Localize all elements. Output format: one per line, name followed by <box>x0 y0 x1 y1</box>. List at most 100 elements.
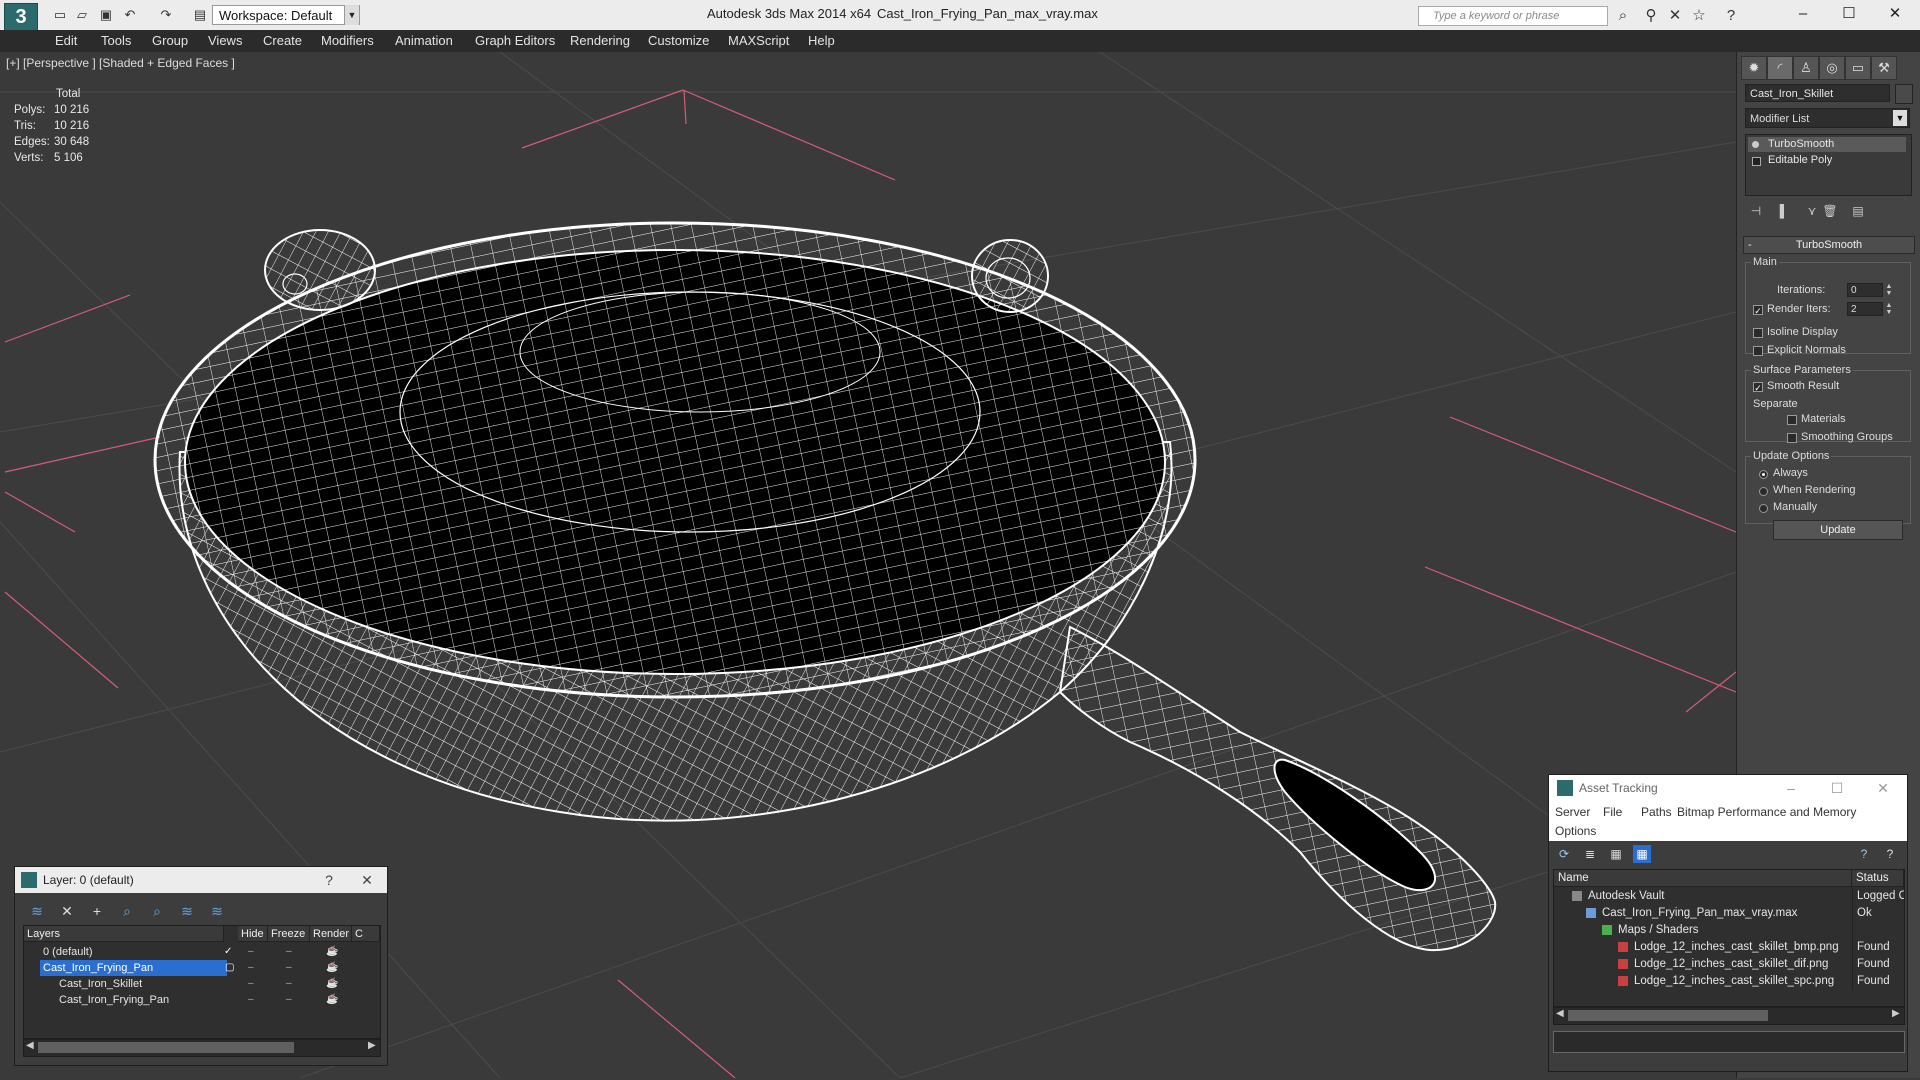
manually-radio[interactable] <box>1759 504 1768 513</box>
communication-icon[interactable]: ✕ <box>1666 7 1684 25</box>
horizontal-scrollbar[interactable]: ◀ ▶ <box>23 1039 381 1057</box>
column-header-render[interactable]: Render <box>310 926 352 942</box>
modifier-list-dropdown[interactable]: Modifier List <box>1745 108 1910 128</box>
motion-tab-icon[interactable]: ◎ <box>1819 56 1845 80</box>
minimize-icon[interactable]: – <box>1786 2 1820 26</box>
scroll-left-icon[interactable]: ◀ <box>1556 1008 1564 1019</box>
redo-icon[interactable]: ↷ <box>158 7 174 23</box>
menu-paths[interactable]: Paths <box>1641 805 1672 819</box>
asset-row[interactable]: Cast_Iron_Frying_Pan_max_vray.max Ok <box>1554 905 1904 922</box>
help-icon[interactable]: ? <box>1722 7 1740 25</box>
freeze-all-layers-icon[interactable]: ≋ <box>207 901 227 921</box>
layer-row[interactable]: 0 (default) ✓ – – ☕ <box>24 944 380 960</box>
asset-path-field[interactable] <box>1553 1031 1905 1053</box>
object-color-swatch[interactable] <box>1895 84 1913 104</box>
scrollbar-thumb[interactable] <box>38 1042 294 1053</box>
make-unique-icon[interactable]: ⋎ <box>1803 202 1821 220</box>
menu-tools[interactable]: Tools <box>101 33 131 48</box>
materials-checkbox[interactable] <box>1787 415 1797 425</box>
asset-name[interactable]: Cast_Iron_Frying_Pan_max_vray.max <box>1602 905 1797 922</box>
select-objects-icon[interactable]: ⌕ <box>117 901 137 921</box>
project-folder-icon[interactable]: ▤ <box>192 7 208 23</box>
asset-row[interactable]: Lodge_12_inches_cast_skillet_dif.png Fou… <box>1554 956 1904 973</box>
horizontal-scrollbar[interactable]: ◀ ▶ <box>1553 1007 1905 1025</box>
list-view-icon[interactable]: ≣ <box>1581 845 1599 863</box>
layer-dialog-titlebar[interactable]: Layer: 0 (default) ? ✕ <box>15 867 387 893</box>
object-name[interactable]: Cast_Iron_Frying_Pan <box>56 992 169 1008</box>
layer-name[interactable]: Cast_Iron_Frying_Pan <box>40 960 227 976</box>
menu-file[interactable]: File <box>1603 805 1622 819</box>
menu-group[interactable]: Group <box>152 33 188 48</box>
asset-name[interactable]: Maps / Shaders <box>1618 922 1699 939</box>
spinner-arrows-icon[interactable]: ▲ ▼ <box>1884 283 1894 297</box>
freeze-toggle[interactable]: – <box>286 960 292 976</box>
close-icon[interactable]: ✕ <box>1878 2 1912 26</box>
thumbnail-view-icon[interactable]: ▦ <box>1607 845 1625 863</box>
rollout-header[interactable]: - TurboSmooth <box>1743 236 1915 254</box>
subscription-icon[interactable]: ⚲ <box>1642 7 1660 25</box>
add-to-layer-icon[interactable]: + <box>87 901 107 921</box>
favorites-star-icon[interactable]: ☆ <box>1690 7 1708 25</box>
show-end-result-icon[interactable]: ▌ <box>1775 202 1793 220</box>
create-tab-icon[interactable]: ✹ <box>1741 56 1767 80</box>
asset-row[interactable]: Lodge_12_inches_cast_skillet_spc.png Fou… <box>1554 973 1904 990</box>
asset-row[interactable]: Autodesk Vault Logged O <box>1554 888 1904 905</box>
scroll-right-icon[interactable]: ▶ <box>368 1040 376 1051</box>
object-name[interactable]: Cast_Iron_Skillet <box>56 976 142 992</box>
workspace-dropdown[interactable]: Workspace: Default <box>212 5 360 25</box>
minimize-icon[interactable]: – <box>1779 778 1803 798</box>
help-icon[interactable]: ? <box>1855 845 1873 863</box>
render-teapot-icon[interactable]: ☕ <box>326 992 338 1008</box>
smooth-result-checkbox[interactable]: ✓ <box>1753 382 1763 393</box>
hide-toggle[interactable]: – <box>248 992 254 1008</box>
highlight-layer-icon[interactable]: ⌕ <box>147 901 167 921</box>
column-header-name[interactable]: Name <box>1554 870 1852 887</box>
menu-maxscript[interactable]: MAXScript <box>728 33 789 48</box>
layer-row[interactable]: Cast_Iron_Frying_Pan ▢ – – ☕ <box>24 960 380 976</box>
binoculars-icon[interactable]: ⌕ <box>1614 7 1632 25</box>
utilities-tab-icon[interactable]: ⚒ <box>1871 56 1897 80</box>
asset-row[interactable]: Lodge_12_inches_cast_skillet_bmp.png Fou… <box>1554 939 1904 956</box>
when-rendering-radio[interactable] <box>1759 487 1768 496</box>
layer-object-row[interactable]: Cast_Iron_Skillet – – ☕ <box>24 976 380 992</box>
layer-name[interactable]: 0 (default) <box>40 944 93 960</box>
column-header-hide[interactable]: Hide <box>238 926 268 942</box>
explicit-normals-checkbox[interactable] <box>1753 346 1763 356</box>
layer-object-row[interactable]: Cast_Iron_Frying_Pan – – ☕ <box>24 992 380 1008</box>
render-iters-spinner[interactable]: 2 <box>1847 302 1883 316</box>
asset-dialog-titlebar[interactable]: Asset Tracking – ☐ ✕ <box>1549 775 1907 801</box>
display-tab-icon[interactable]: ▭ <box>1845 56 1871 80</box>
menu-edit[interactable]: Edit <box>55 33 77 48</box>
close-icon[interactable]: ✕ <box>1871 778 1895 798</box>
hide-toggle[interactable]: – <box>248 960 254 976</box>
spinner-arrows-icon[interactable]: ▲ ▼ <box>1884 302 1894 316</box>
scroll-left-icon[interactable]: ◀ <box>26 1040 34 1051</box>
column-header-status[interactable]: Status <box>1852 870 1904 887</box>
menu-rendering[interactable]: Rendering <box>570 33 630 48</box>
menu-server[interactable]: Server <box>1555 805 1590 819</box>
menu-customize[interactable]: Customize <box>648 33 709 48</box>
new-file-icon[interactable]: ▭ <box>52 7 68 23</box>
menu-help[interactable]: Help <box>808 33 835 48</box>
asset-row[interactable]: Maps / Shaders <box>1554 922 1904 939</box>
modify-tab-icon[interactable]: ◜ <box>1767 56 1793 80</box>
hide-all-layers-icon[interactable]: ≋ <box>177 901 197 921</box>
maximize-icon[interactable]: ☐ <box>1832 2 1866 26</box>
scroll-right-icon[interactable]: ▶ <box>1892 1008 1900 1019</box>
menu-views[interactable]: Views <box>208 33 242 48</box>
menu-animation[interactable]: Animation <box>395 33 453 48</box>
hide-toggle[interactable]: – <box>248 976 254 992</box>
asset-name[interactable]: Lodge_12_inches_cast_skillet_bmp.png <box>1634 939 1839 956</box>
render-teapot-icon[interactable]: ☕ <box>326 944 338 960</box>
viewport-label[interactable]: [+] [Perspective ] [Shaded + Edged Faces… <box>6 56 235 70</box>
open-file-icon[interactable]: ▱ <box>74 7 90 23</box>
iterations-spinner[interactable]: 0 <box>1847 283 1883 297</box>
menu-modifiers[interactable]: Modifiers <box>321 33 374 48</box>
menu-options[interactable]: Options <box>1555 824 1596 838</box>
menu-create[interactable]: Create <box>263 33 302 48</box>
app-logo-icon[interactable]: 3 <box>4 3 38 31</box>
help-button[interactable]: ? <box>317 870 341 890</box>
column-header-layers[interactable]: Layers <box>24 926 224 942</box>
collapse-icon[interactable]: - <box>1748 237 1752 253</box>
render-teapot-icon[interactable]: ☕ <box>326 976 338 992</box>
